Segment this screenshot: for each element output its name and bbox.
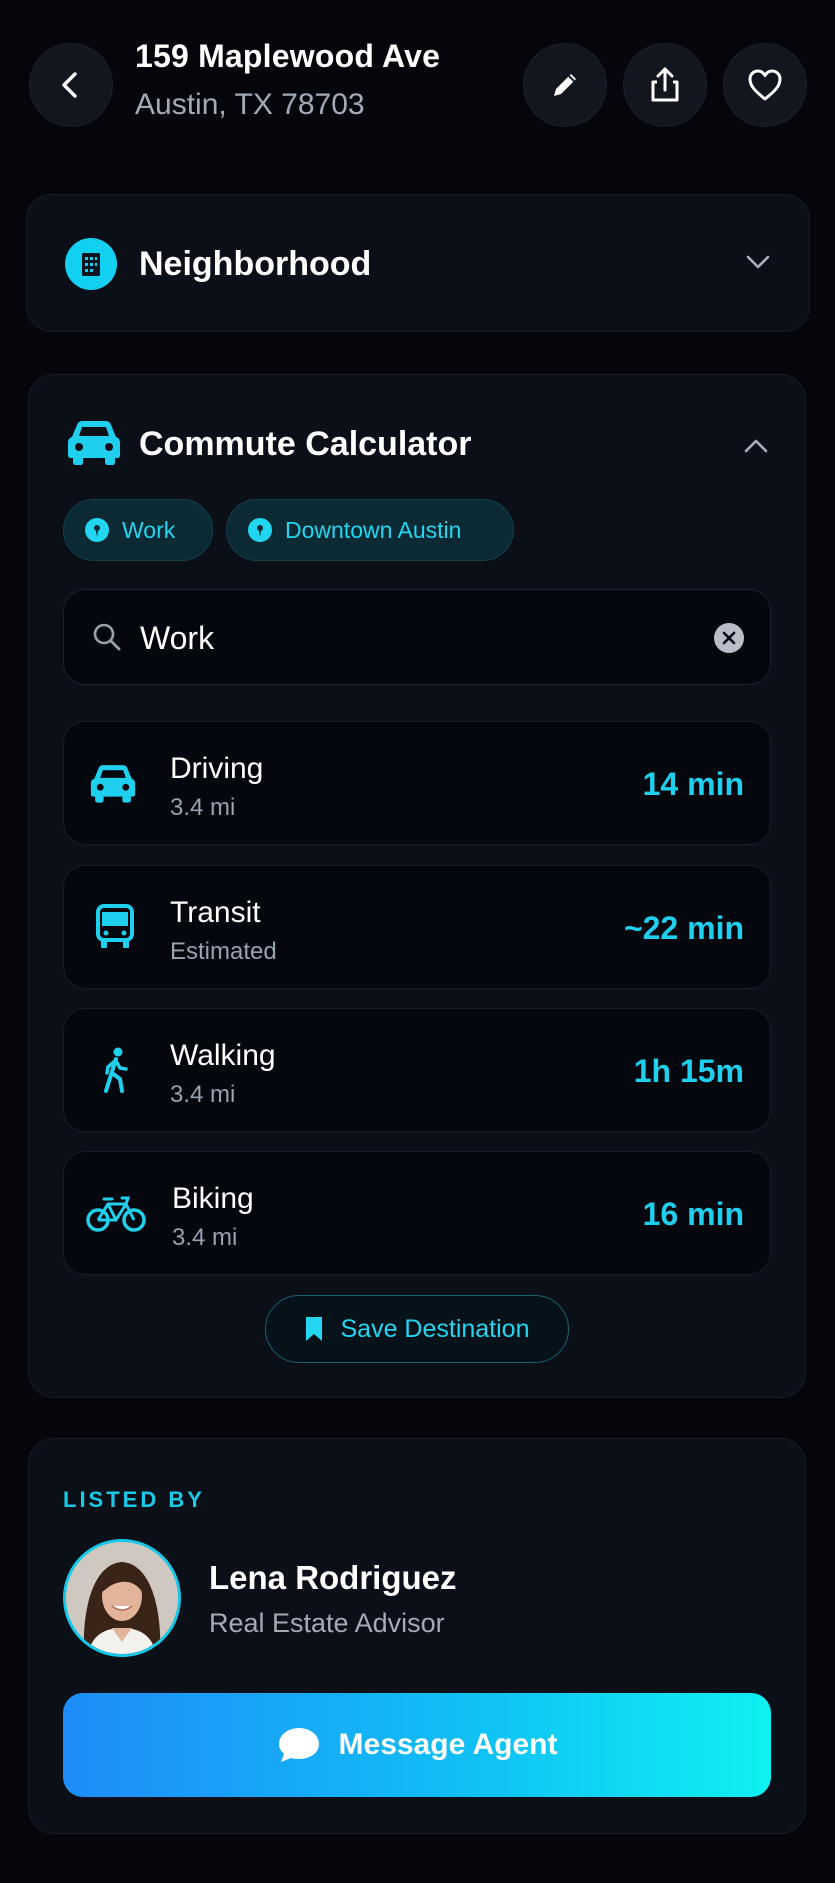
chevron-up-icon[interactable] — [743, 433, 769, 459]
chip-downtown-label: Downtown Austin — [285, 516, 462, 543]
mode-time: ~22 min — [623, 910, 744, 946]
neighborhood-section[interactable]: Neighborhood — [26, 194, 810, 332]
address-title: 159 Maplewood Ave — [135, 38, 441, 74]
building-icon — [65, 238, 117, 290]
heart-icon — [748, 69, 782, 101]
address-subtitle: Austin, TX 78703 — [135, 88, 365, 121]
header: 159 Maplewood Ave Austin, TX 78703 — [0, 0, 835, 160]
mode-distance: 3.4 mi — [172, 1224, 238, 1251]
mode-name: Transit — [170, 896, 261, 929]
mode-name: Biking — [172, 1182, 254, 1215]
search-icon — [93, 623, 121, 651]
chevron-down-icon — [746, 255, 770, 269]
chip-work[interactable]: Work — [63, 499, 213, 561]
listed-by-section: LISTED BY Lena Rodriguez Real Estate Adv… — [28, 1438, 806, 1834]
edit-button[interactable] — [523, 43, 607, 127]
bike-icon — [86, 1196, 146, 1232]
share-icon — [651, 67, 679, 102]
commute-mode-biking[interactable]: Biking 3.4 mi 16 min — [63, 1151, 771, 1275]
commute-mode-transit[interactable]: Transit Estimated ~22 min — [63, 865, 771, 989]
commute-calculator-section: Commute Calculator Work Downtown Austin … — [28, 374, 806, 1398]
mode-distance: 3.4 mi — [170, 794, 236, 821]
commute-title: Commute Calculator — [139, 425, 472, 463]
clear-search-button[interactable] — [714, 623, 744, 653]
bus-icon — [96, 904, 134, 948]
avatar[interactable] — [63, 1539, 181, 1657]
mode-time: 1h 15m — [633, 1053, 744, 1089]
neighborhood-title: Neighborhood — [139, 245, 372, 283]
chip-work-label: Work — [122, 516, 176, 543]
mode-distance: Estimated — [170, 938, 277, 965]
listed-by-label: LISTED BY — [63, 1487, 205, 1512]
message-agent-label: Message Agent — [338, 1728, 558, 1761]
agent-role: Real Estate Advisor — [209, 1608, 445, 1638]
location-pin-icon — [248, 518, 272, 542]
chip-downtown-austin[interactable]: Downtown Austin — [226, 499, 514, 561]
save-destination-button[interactable]: Save Destination — [265, 1295, 569, 1363]
mode-distance: 3.4 mi — [170, 1081, 236, 1108]
walk-icon — [104, 1047, 128, 1093]
mode-time: 16 min — [642, 1196, 744, 1232]
pencil-icon — [554, 74, 576, 96]
car-icon — [68, 421, 120, 465]
save-destination-label: Save Destination — [340, 1314, 530, 1343]
favorite-button[interactable] — [723, 43, 807, 127]
chat-bubble-icon — [278, 1728, 319, 1762]
back-button[interactable] — [29, 43, 113, 127]
search-value: Work — [140, 620, 215, 656]
commute-mode-driving[interactable]: Driving 3.4 mi 14 min — [63, 721, 771, 845]
mode-name: Driving — [170, 752, 264, 785]
commute-mode-walking[interactable]: Walking 3.4 mi 1h 15m — [63, 1008, 771, 1132]
share-button[interactable] — [623, 43, 707, 127]
mode-time: 14 min — [642, 766, 744, 802]
mode-name: Walking — [170, 1039, 276, 1072]
car-icon — [90, 765, 136, 803]
message-agent-button[interactable]: Message Agent — [63, 1693, 771, 1797]
destination-search-input[interactable]: Work — [63, 589, 771, 685]
close-icon — [722, 631, 736, 645]
bookmark-icon — [306, 1317, 323, 1341]
agent-name: Lena Rodriguez — [209, 1559, 457, 1596]
chevron-left-icon — [62, 72, 77, 98]
location-pin-icon — [85, 518, 109, 542]
